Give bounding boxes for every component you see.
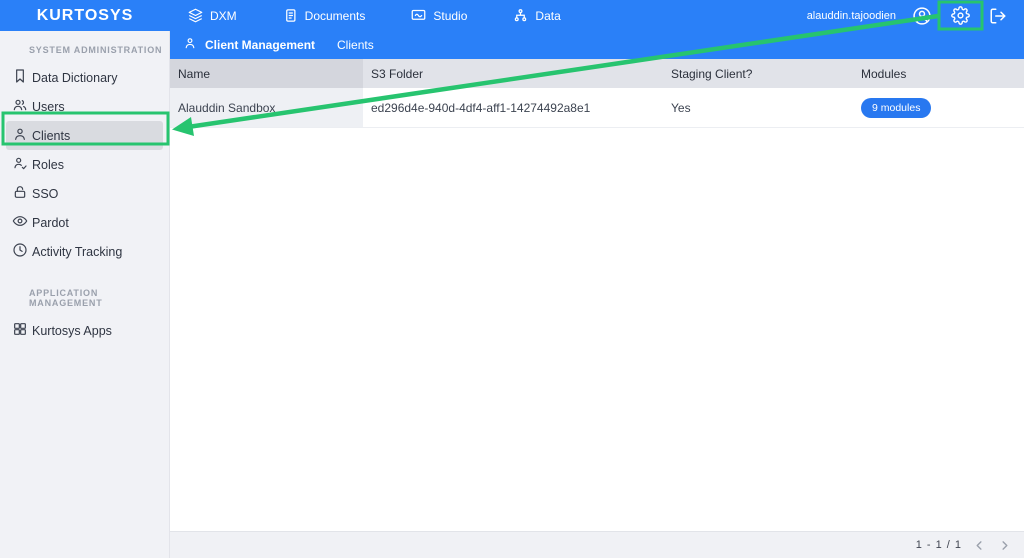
sidebar-item-kurtosys-apps[interactable]: Kurtosys Apps xyxy=(6,316,163,345)
studio-board-icon xyxy=(411,8,426,23)
nav-item-label: Data xyxy=(535,8,561,23)
sidebar-item-label: Pardot xyxy=(32,215,69,230)
table-empty-area xyxy=(170,128,1024,531)
sidebar-item-activity-tracking[interactable]: Activity Tracking xyxy=(6,237,163,266)
settings-gear-icon[interactable] xyxy=(948,4,972,28)
cell-staging-client: Yes xyxy=(671,100,691,115)
cell-modules: 9 modules xyxy=(853,88,1024,127)
sidebar-section-system-administration: SYSTEM ADMINISTRATION xyxy=(29,45,163,55)
sidebar-item-users[interactable]: Users xyxy=(6,92,163,121)
breadcrumb-page[interactable]: Clients xyxy=(337,38,374,52)
nav-item-label: Studio xyxy=(433,8,468,23)
logout-icon[interactable] xyxy=(986,4,1010,28)
sidebar-item-pardot[interactable]: Pardot xyxy=(6,208,163,237)
sidebar-section-gap xyxy=(0,266,169,282)
sidebar-item-label: Data Dictionary xyxy=(32,70,118,85)
username: alauddin.tajoodien xyxy=(806,9,896,22)
cell-name: Alauddin Sandbox xyxy=(170,88,363,127)
sidebar-item-roles[interactable]: Roles xyxy=(6,150,163,179)
document-icon xyxy=(283,8,298,23)
cell-s3-folder: ed296d4e-940d-4df4-aff1-14274492a8e1 xyxy=(371,100,591,115)
logo-area: KURTOSYS xyxy=(0,7,170,25)
user-avatar-icon[interactable] xyxy=(910,4,934,28)
sitemap-icon xyxy=(513,8,528,23)
nav-item-label: DXM xyxy=(210,8,237,23)
column-header-staging-client[interactable]: Staging Client? xyxy=(663,59,853,88)
sidebar-item-sso[interactable]: SSO xyxy=(6,179,163,208)
sidebar-item-clients[interactable]: Clients xyxy=(6,121,163,150)
column-header-name[interactable]: Name xyxy=(170,59,363,88)
column-header-modules[interactable]: Modules xyxy=(853,59,1024,88)
person-icon xyxy=(183,36,197,55)
modules-badge[interactable]: 9 modules xyxy=(861,97,932,118)
sidebar-section-application-management: APPLICATION MANAGEMENT xyxy=(29,288,103,308)
sidebar-item-data-dictionary[interactable]: Data Dictionary xyxy=(6,63,163,92)
nav-item-documents[interactable]: Documents xyxy=(283,8,366,23)
clock-icon xyxy=(12,242,28,261)
pagination-bar: 1 - 1 / 1 xyxy=(170,531,1024,558)
chevron-right-icon[interactable] xyxy=(996,537,1012,553)
lock-icon xyxy=(12,184,28,203)
users-icon xyxy=(12,97,28,116)
sidebar-item-label: Users xyxy=(32,99,65,114)
sidebar-item-label: SSO xyxy=(32,186,59,201)
sidebar: SYSTEM ADMINISTRATION Data Dictionary Us… xyxy=(0,31,170,558)
nav-item-label: Documents xyxy=(304,8,366,23)
layers-icon xyxy=(188,8,203,23)
breadcrumb-section[interactable]: Client Management xyxy=(205,38,315,52)
nav-item-data[interactable]: Data xyxy=(513,8,561,23)
bookmark-icon xyxy=(12,68,28,87)
nav-item-studio[interactable]: Studio xyxy=(411,8,467,23)
pagination-label: 1 - 1 / 1 xyxy=(915,539,962,551)
top-nav: DXM Documents Studio Data xyxy=(188,8,561,23)
top-bar: KURTOSYS DXM Documents Studio Data alaud… xyxy=(0,0,1024,31)
main-content: Client Management Clients Name S3 Folder… xyxy=(170,31,1024,558)
sidebar-item-label: Kurtosys Apps xyxy=(32,323,112,338)
table-row[interactable]: Alauddin Sandbox ed296d4e-940d-4df4-aff1… xyxy=(170,88,1024,128)
chevron-left-icon[interactable] xyxy=(971,537,987,553)
person-check-icon xyxy=(12,155,28,174)
eye-icon xyxy=(12,213,28,232)
table-header: Name S3 Folder Staging Client? Modules xyxy=(170,59,1024,88)
sidebar-item-label: Clients xyxy=(32,128,71,143)
breadcrumb: Client Management Clients xyxy=(170,31,1024,59)
sidebar-item-label: Activity Tracking xyxy=(32,244,123,259)
column-header-s3-folder[interactable]: S3 Folder xyxy=(363,59,663,88)
top-right-controls: alauddin.tajoodien xyxy=(807,4,1024,28)
nav-item-dxm[interactable]: DXM xyxy=(188,8,237,23)
brand-logo: KURTOSYS xyxy=(36,6,134,24)
sidebar-item-label: Roles xyxy=(32,157,64,172)
person-icon xyxy=(12,126,28,145)
grid-icon xyxy=(12,321,28,340)
